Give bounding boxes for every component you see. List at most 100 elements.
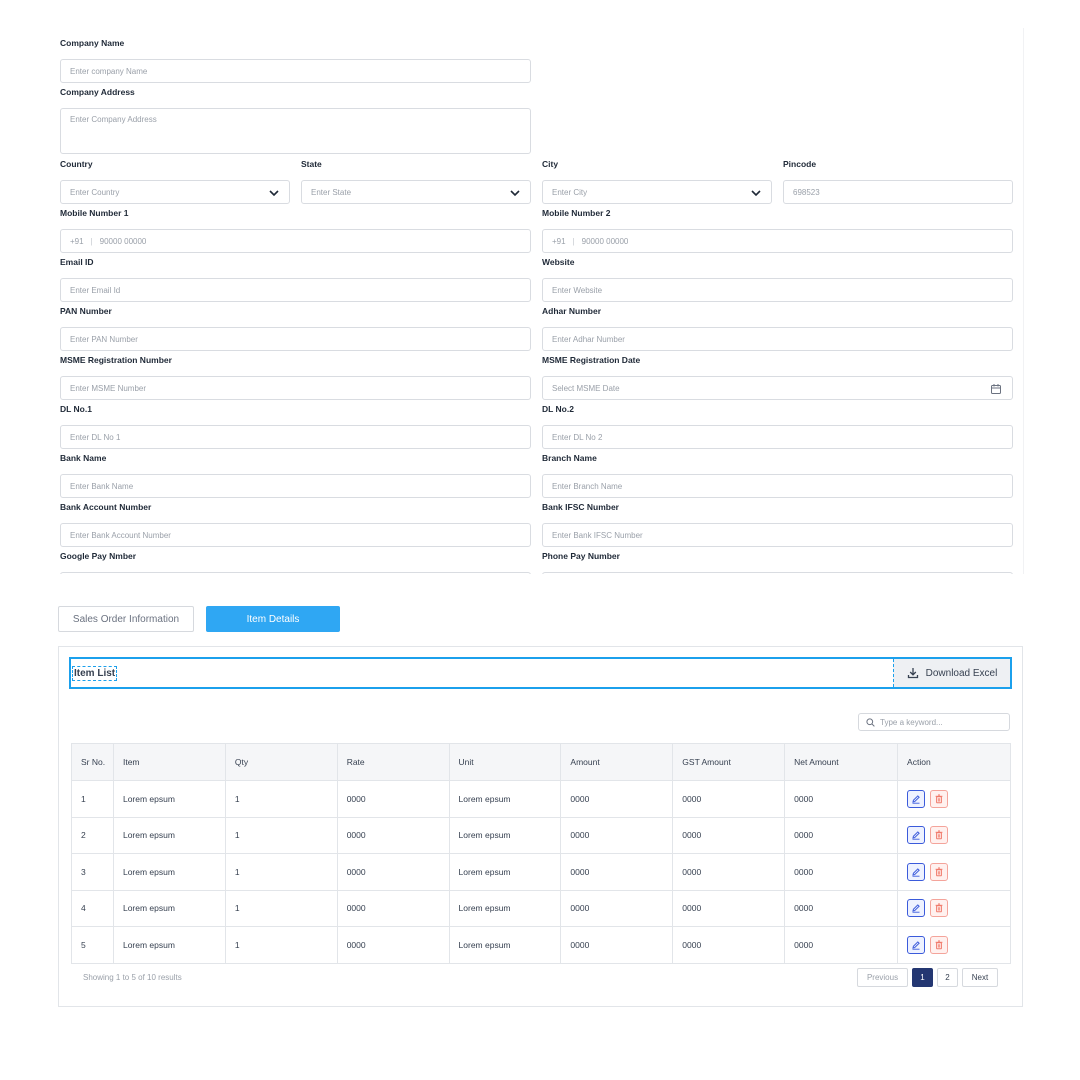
adhar-label: Adhar Number <box>542 306 602 316</box>
phone-pay-label: Phone Pay Number <box>542 551 620 561</box>
action-cell <box>897 816 1011 854</box>
pagination: Previous 1 2 Next <box>857 968 998 987</box>
company-name-field: Company Name Enter company Name <box>60 36 531 83</box>
amount-cell: 0000 <box>560 926 674 964</box>
dl1-label: DL No.1 <box>60 404 92 414</box>
state-field: State Enter State <box>301 157 531 204</box>
trash-icon <box>935 903 943 913</box>
city-select[interactable]: Enter City <box>542 180 772 204</box>
amount-cell: 0000 <box>560 853 674 891</box>
calendar-icon[interactable] <box>990 383 1002 395</box>
country-select[interactable]: Enter Country <box>60 180 290 204</box>
pan-input[interactable]: Enter PAN Number <box>60 327 531 351</box>
city-label: City <box>542 159 559 169</box>
msme-date-input[interactable]: Select MSME Date <box>542 376 1013 400</box>
edit-button[interactable] <box>907 826 926 845</box>
branch-name-input[interactable]: Enter Branch Name <box>542 474 1013 498</box>
net-amount-cell: 0000 <box>784 853 899 891</box>
company-address-input[interactable]: Enter Company Address <box>60 108 531 154</box>
phone-pay-input[interactable] <box>542 572 1013 574</box>
sr-no-cell: 4 <box>71 889 114 927</box>
edit-button[interactable] <box>907 935 926 954</box>
table-row: 3 Lorem epsum 1 0000 Lorem epsum 0000 0000 0000 <box>71 853 1011 891</box>
table-row: 2 Lorem epsum 1 0000 Lorem epsum 0000 0000 0000 <box>71 816 1011 854</box>
gst-amount-cell: 0000 <box>672 889 786 927</box>
pincode-input[interactable]: 698523 <box>783 180 1013 204</box>
state-select[interactable]: Enter State <box>301 180 531 204</box>
bank-account-placeholder: Enter Bank Account Number <box>70 530 171 540</box>
dl2-field: DL No.2 Enter DL No 2 <box>542 402 1013 449</box>
delete-button[interactable] <box>930 899 949 918</box>
delete-button[interactable] <box>930 935 949 954</box>
item-cell: Lorem epsum <box>112 816 226 854</box>
edit-icon <box>912 940 920 950</box>
delete-button[interactable] <box>930 826 949 845</box>
gst-amount-cell: 0000 <box>672 926 786 964</box>
pan-field: PAN Number Enter PAN Number <box>60 304 531 351</box>
download-icon <box>907 668 918 679</box>
amount-cell: 0000 <box>560 816 674 854</box>
mobile2-input[interactable]: +91 | 90000 00000 <box>542 229 1013 253</box>
adhar-input[interactable]: Enter Adhar Number <box>542 327 1013 351</box>
bank-account-label: Bank Account Number <box>60 502 152 512</box>
pincode-label: Pincode <box>783 159 817 169</box>
qty-cell: 1 <box>224 853 338 891</box>
bank-account-input[interactable]: Enter Bank Account Number <box>60 523 531 547</box>
website-field: Website Enter Website <box>542 255 1013 302</box>
dl2-input[interactable]: Enter DL No 2 <box>542 425 1013 449</box>
mobile1-country-code: +91 <box>70 236 84 246</box>
bank-ifsc-input[interactable]: Enter Bank IFSC Number <box>542 523 1013 547</box>
website-placeholder: Enter Website <box>552 285 603 295</box>
sr-no-cell: 3 <box>71 853 114 891</box>
column-header: Rate <box>336 743 450 781</box>
item-cell: Lorem epsum <box>112 780 226 818</box>
pan-label: PAN Number <box>60 306 112 316</box>
page-2-button[interactable]: 2 <box>937 968 958 987</box>
tab-item-details[interactable]: Item Details <box>206 606 340 632</box>
table-row: 5 Lorem epsum 1 0000 Lorem epsum 0000 0000 0000 <box>71 926 1011 964</box>
branch-name-placeholder: Enter Branch Name <box>552 481 623 491</box>
delete-button[interactable] <box>930 789 949 808</box>
mobile2-field: Mobile Number 2 +91 | 90000 00000 <box>542 206 1013 253</box>
download-excel-button[interactable]: Download Excel <box>893 659 1010 687</box>
company-address-field: Company Address Enter Company Address <box>60 85 531 154</box>
mobile2-placeholder: 90000 00000 <box>581 236 629 246</box>
email-input[interactable]: Enter Email Id <box>60 278 531 302</box>
dl2-label: DL No.2 <box>542 404 574 414</box>
company-name-input[interactable]: Enter company Name <box>60 59 531 83</box>
page-1-button[interactable]: 1 <box>912 968 933 987</box>
dl1-input[interactable]: Enter DL No 1 <box>60 425 531 449</box>
bank-name-label: Bank Name <box>60 453 107 463</box>
pincode-field: Pincode 698523 <box>783 157 1013 204</box>
tab-sales-order-information[interactable]: Sales Order Information <box>58 606 194 632</box>
pan-placeholder: Enter PAN Number <box>70 334 138 344</box>
website-input[interactable]: Enter Website <box>542 278 1013 302</box>
state-label: State <box>301 159 322 169</box>
edit-button[interactable] <box>907 862 926 881</box>
net-amount-cell: 0000 <box>784 926 899 964</box>
search-input[interactable]: Type a keyword... <box>858 713 1010 731</box>
branch-name-label: Branch Name <box>542 453 597 463</box>
state-placeholder: Enter State <box>311 187 352 197</box>
edit-icon <box>912 867 920 877</box>
bank-name-input[interactable]: Enter Bank Name <box>60 474 531 498</box>
bank-ifsc-label: Bank IFSC Number <box>542 502 619 512</box>
msme-number-placeholder: Enter MSME Number <box>70 383 147 393</box>
edit-button[interactable] <box>907 789 926 808</box>
net-amount-cell: 0000 <box>784 816 899 854</box>
unit-cell: Lorem epsum <box>448 816 562 854</box>
msme-number-input[interactable]: Enter MSME Number <box>60 376 531 400</box>
bank-name-placeholder: Enter Bank Name <box>70 481 134 491</box>
mobile1-input[interactable]: +91 | 90000 00000 <box>60 229 531 253</box>
previous-page-button[interactable]: Previous <box>857 968 908 987</box>
download-excel-label: Download Excel <box>925 667 998 679</box>
pincode-value: 698523 <box>793 187 820 197</box>
delete-button[interactable] <box>930 862 949 881</box>
edit-button[interactable] <box>907 899 926 918</box>
next-page-button[interactable]: Next <box>962 968 998 987</box>
item-list-panel: Item List Download Excel Type a keyword.… <box>58 646 1023 1007</box>
mobile1-separator: | <box>90 236 93 246</box>
amount-cell: 0000 <box>560 780 674 818</box>
google-pay-input[interactable] <box>60 572 531 574</box>
google-pay-label: Google Pay Nmber <box>60 551 137 561</box>
